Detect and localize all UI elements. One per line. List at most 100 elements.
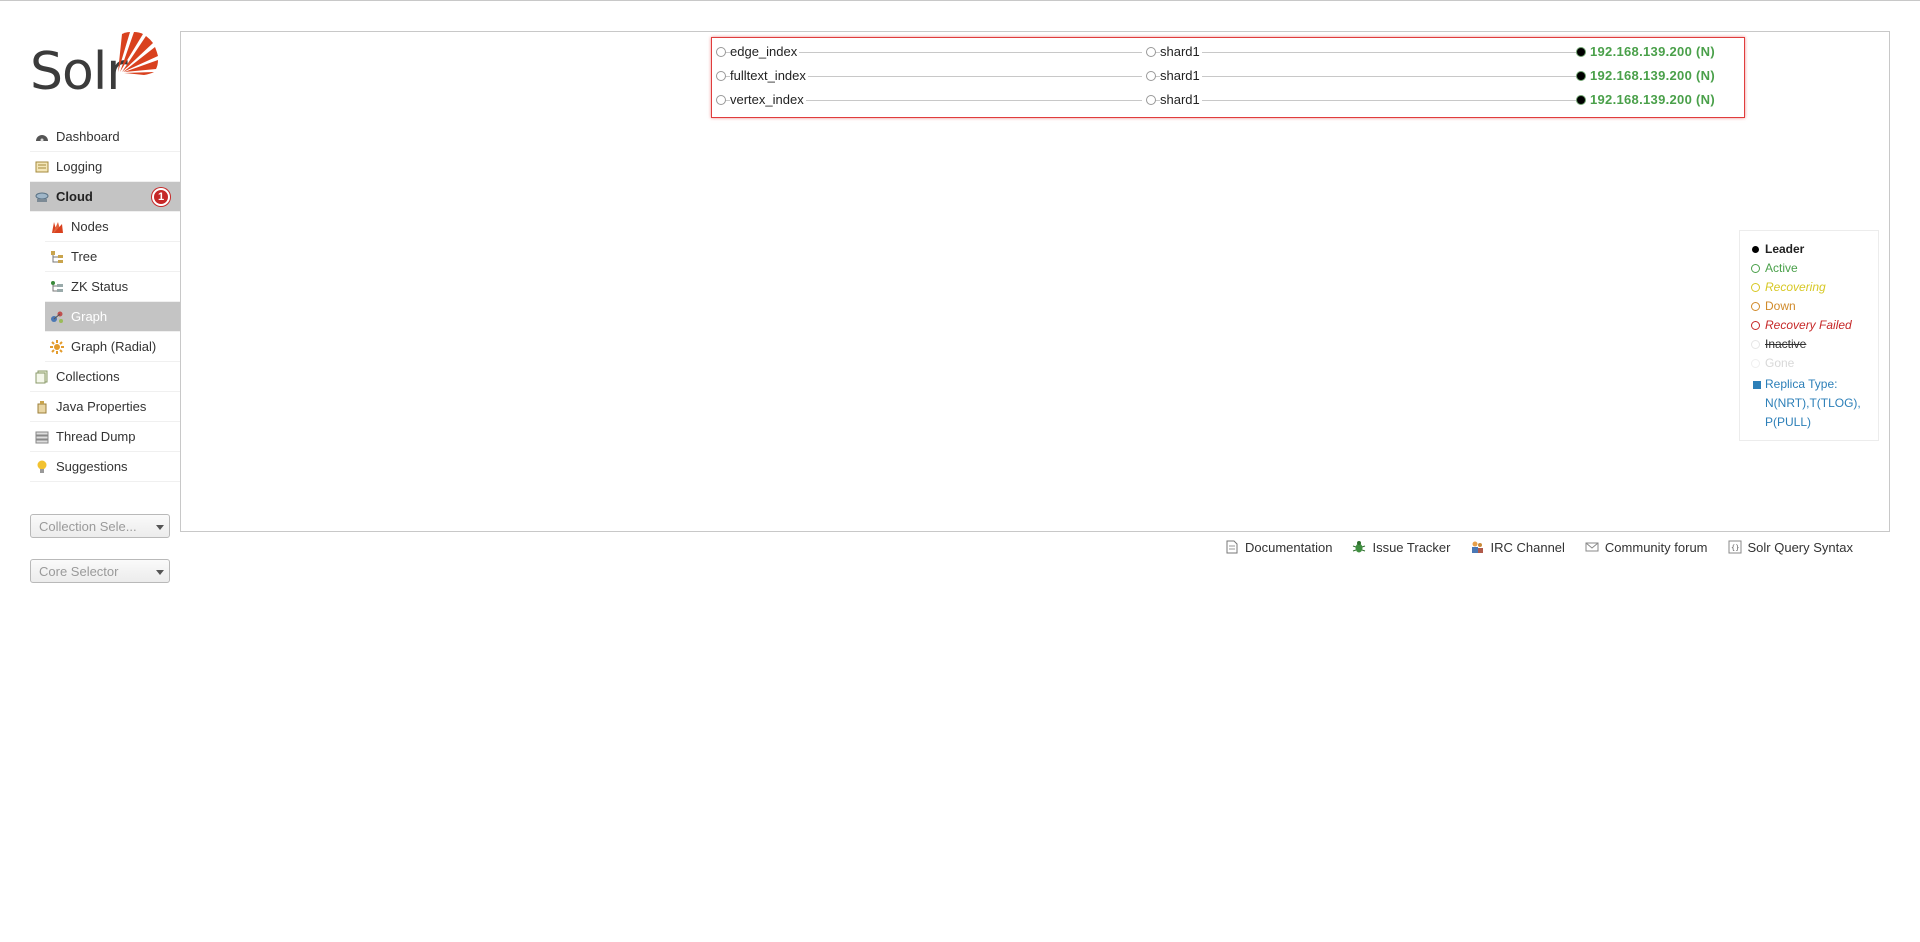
tree-icon bbox=[51, 251, 63, 263]
replica-leader-node[interactable] bbox=[1576, 71, 1586, 81]
leader-dot-icon bbox=[1752, 246, 1759, 253]
shard-node[interactable] bbox=[1146, 95, 1156, 105]
sidebar-item-dashboard[interactable]: Dashboard bbox=[30, 122, 180, 152]
footer-link-solr-query-syntax[interactable]: {} Solr Query Syntax bbox=[1728, 539, 1854, 555]
collection-label[interactable]: edge_index bbox=[730, 44, 800, 59]
issue-tracker-icon bbox=[1353, 541, 1366, 553]
zk-status-icon bbox=[51, 281, 63, 292]
gone-dot-icon bbox=[1751, 359, 1760, 368]
cloud-subnav: Nodes Tree ZK Status Graph Graph (Radial… bbox=[45, 212, 180, 362]
replica-leader-node[interactable] bbox=[1576, 95, 1586, 105]
suggestions-icon bbox=[37, 460, 47, 473]
legend-replica-type-line-1: Replica Type: bbox=[1765, 377, 1838, 391]
shard-label[interactable]: shard1 bbox=[1160, 44, 1202, 59]
chevron-down-icon bbox=[156, 570, 164, 575]
solr-query-syntax-icon: {} bbox=[1728, 540, 1741, 554]
legend-recovery-failed: Recovery Failed bbox=[1750, 317, 1878, 336]
footer-links: Documentation Issue Tracker IRC Channel … bbox=[1225, 537, 1853, 557]
sidebar-item-tree[interactable]: Tree bbox=[45, 242, 180, 272]
sidebar-item-label: Collections bbox=[56, 369, 120, 384]
shard-node[interactable] bbox=[1146, 71, 1156, 81]
footer-link-community-forum[interactable]: Community forum bbox=[1585, 540, 1708, 555]
sidebar-item-label: Tree bbox=[71, 249, 98, 264]
graph-row-fulltext-index: fulltext_index shard1 192.168.139.200 (N… bbox=[712, 66, 1742, 86]
legend-gone: Gone bbox=[1750, 355, 1878, 374]
inactive-dot-icon bbox=[1751, 340, 1760, 349]
graph-edge bbox=[1152, 52, 1582, 53]
sidebar-item-collections[interactable]: Collections bbox=[30, 362, 180, 392]
sidebar-item-cloud[interactable]: Cloud 1 bbox=[30, 182, 180, 212]
chevron-down-icon bbox=[156, 525, 164, 530]
graph-edge bbox=[1152, 76, 1582, 77]
sidebar-item-label: Suggestions bbox=[56, 459, 128, 474]
sidebar-item-zk-status[interactable]: ZK Status bbox=[45, 272, 180, 302]
irc-channel-icon bbox=[1472, 541, 1484, 553]
sidebar-item-label: Java Properties bbox=[56, 399, 147, 414]
footer-link-irc-channel[interactable]: IRC Channel bbox=[1470, 539, 1565, 555]
replica-label[interactable]: 192.168.139.200 (N) bbox=[1590, 44, 1715, 59]
main-content: edge_index shard1 192.168.139.200 (N) fu… bbox=[180, 31, 1890, 532]
legend-active: Active bbox=[1750, 260, 1878, 279]
footer-link-issue-tracker[interactable]: Issue Tracker bbox=[1352, 540, 1450, 555]
top-border bbox=[0, 0, 1920, 1]
sidebar-item-graph-radial[interactable]: Graph (Radial) bbox=[45, 332, 180, 362]
java-properties-icon bbox=[37, 401, 47, 414]
sidebar-nav: Dashboard Logging Cloud 1 Nodes Tree ZK … bbox=[30, 122, 180, 482]
sidebar-item-label: Dashboard bbox=[56, 129, 120, 144]
legend-replica-type: Replica Type: N(NRT),T(TLOG), P(PULL) bbox=[1750, 375, 1878, 432]
graph-row-edge-index: edge_index shard1 192.168.139.200 (N) bbox=[712, 42, 1742, 62]
sidebar-item-label: Graph (Radial) bbox=[71, 339, 157, 354]
footer-link-label: Community forum bbox=[1604, 539, 1708, 555]
solr-logo[interactable]: Solr bbox=[30, 28, 160, 102]
collection-label[interactable]: vertex_index bbox=[730, 92, 806, 107]
replica-label[interactable]: 192.168.139.200 (N) bbox=[1590, 68, 1715, 83]
graph-icon bbox=[51, 311, 63, 323]
logging-icon bbox=[35, 161, 49, 173]
footer-link-documentation[interactable]: Documentation bbox=[1225, 540, 1332, 555]
shard-label[interactable]: shard1 bbox=[1160, 92, 1202, 107]
legend-recovering-label: Recovering bbox=[1765, 280, 1826, 294]
graph-legend: Leader Active Recovering Down Recovery F… bbox=[1739, 230, 1879, 441]
legend-active-label: Active bbox=[1765, 261, 1798, 275]
sidebar-item-suggestions[interactable]: Suggestions bbox=[30, 452, 180, 482]
footer-link-label: Solr Query Syntax bbox=[1747, 539, 1854, 555]
community-forum-icon bbox=[1585, 542, 1599, 552]
dashboard-icon bbox=[36, 135, 48, 142]
legend-down: Down bbox=[1750, 298, 1878, 317]
collection-node[interactable] bbox=[716, 71, 726, 81]
shard-node[interactable] bbox=[1146, 47, 1156, 57]
sidebar-item-nodes[interactable]: Nodes bbox=[45, 212, 180, 242]
sidebar-item-label: Thread Dump bbox=[56, 429, 136, 444]
sidebar-item-graph[interactable]: Graph bbox=[45, 302, 180, 332]
replica-leader-node[interactable] bbox=[1576, 47, 1586, 57]
collection-label[interactable]: fulltext_index bbox=[730, 68, 808, 83]
core-selector[interactable]: Core Selector bbox=[30, 559, 170, 583]
legend-gone-label: Gone bbox=[1765, 356, 1795, 370]
collection-node[interactable] bbox=[716, 47, 726, 57]
sidebar-item-label: Logging bbox=[56, 159, 103, 174]
replica-label[interactable]: 192.168.139.200 (N) bbox=[1590, 92, 1715, 107]
recovering-dot-icon bbox=[1751, 283, 1760, 292]
shard-label[interactable]: shard1 bbox=[1160, 68, 1202, 83]
legend-replica-type-line-3: P(PULL) bbox=[1765, 415, 1812, 429]
sidebar-item-label: ZK Status bbox=[71, 279, 129, 294]
sidebar-item-thread-dump[interactable]: Thread Dump bbox=[30, 422, 180, 452]
legend-recovery-failed-label: Recovery Failed bbox=[1765, 318, 1852, 332]
sidebar-item-java-properties[interactable]: Java Properties bbox=[30, 392, 180, 422]
graph-row-vertex-index: vertex_index shard1 192.168.139.200 (N) bbox=[712, 90, 1742, 110]
footer-link-label: Issue Tracker bbox=[1372, 539, 1451, 555]
footer-link-label: IRC Channel bbox=[1490, 539, 1565, 555]
cloud-graph: edge_index shard1 192.168.139.200 (N) fu… bbox=[711, 37, 1745, 118]
cloud-icon bbox=[35, 192, 49, 202]
recovery-failed-dot-icon bbox=[1751, 321, 1760, 330]
sidebar-item-label: Graph bbox=[71, 309, 108, 324]
notification-badge: 1 bbox=[152, 188, 170, 206]
collection-selector[interactable]: Collection Sele... bbox=[30, 514, 170, 538]
collection-node[interactable] bbox=[716, 95, 726, 105]
solr-sun-icon bbox=[118, 32, 158, 75]
footer-link-label: Documentation bbox=[1245, 539, 1333, 555]
collection-selector-value: Collection Sele... bbox=[39, 518, 137, 534]
sidebar-item-logging[interactable]: Logging bbox=[30, 152, 180, 182]
legend-replica-type-line-2: N(NRT),T(TLOG), bbox=[1765, 396, 1861, 410]
documentation-icon bbox=[1226, 540, 1238, 554]
